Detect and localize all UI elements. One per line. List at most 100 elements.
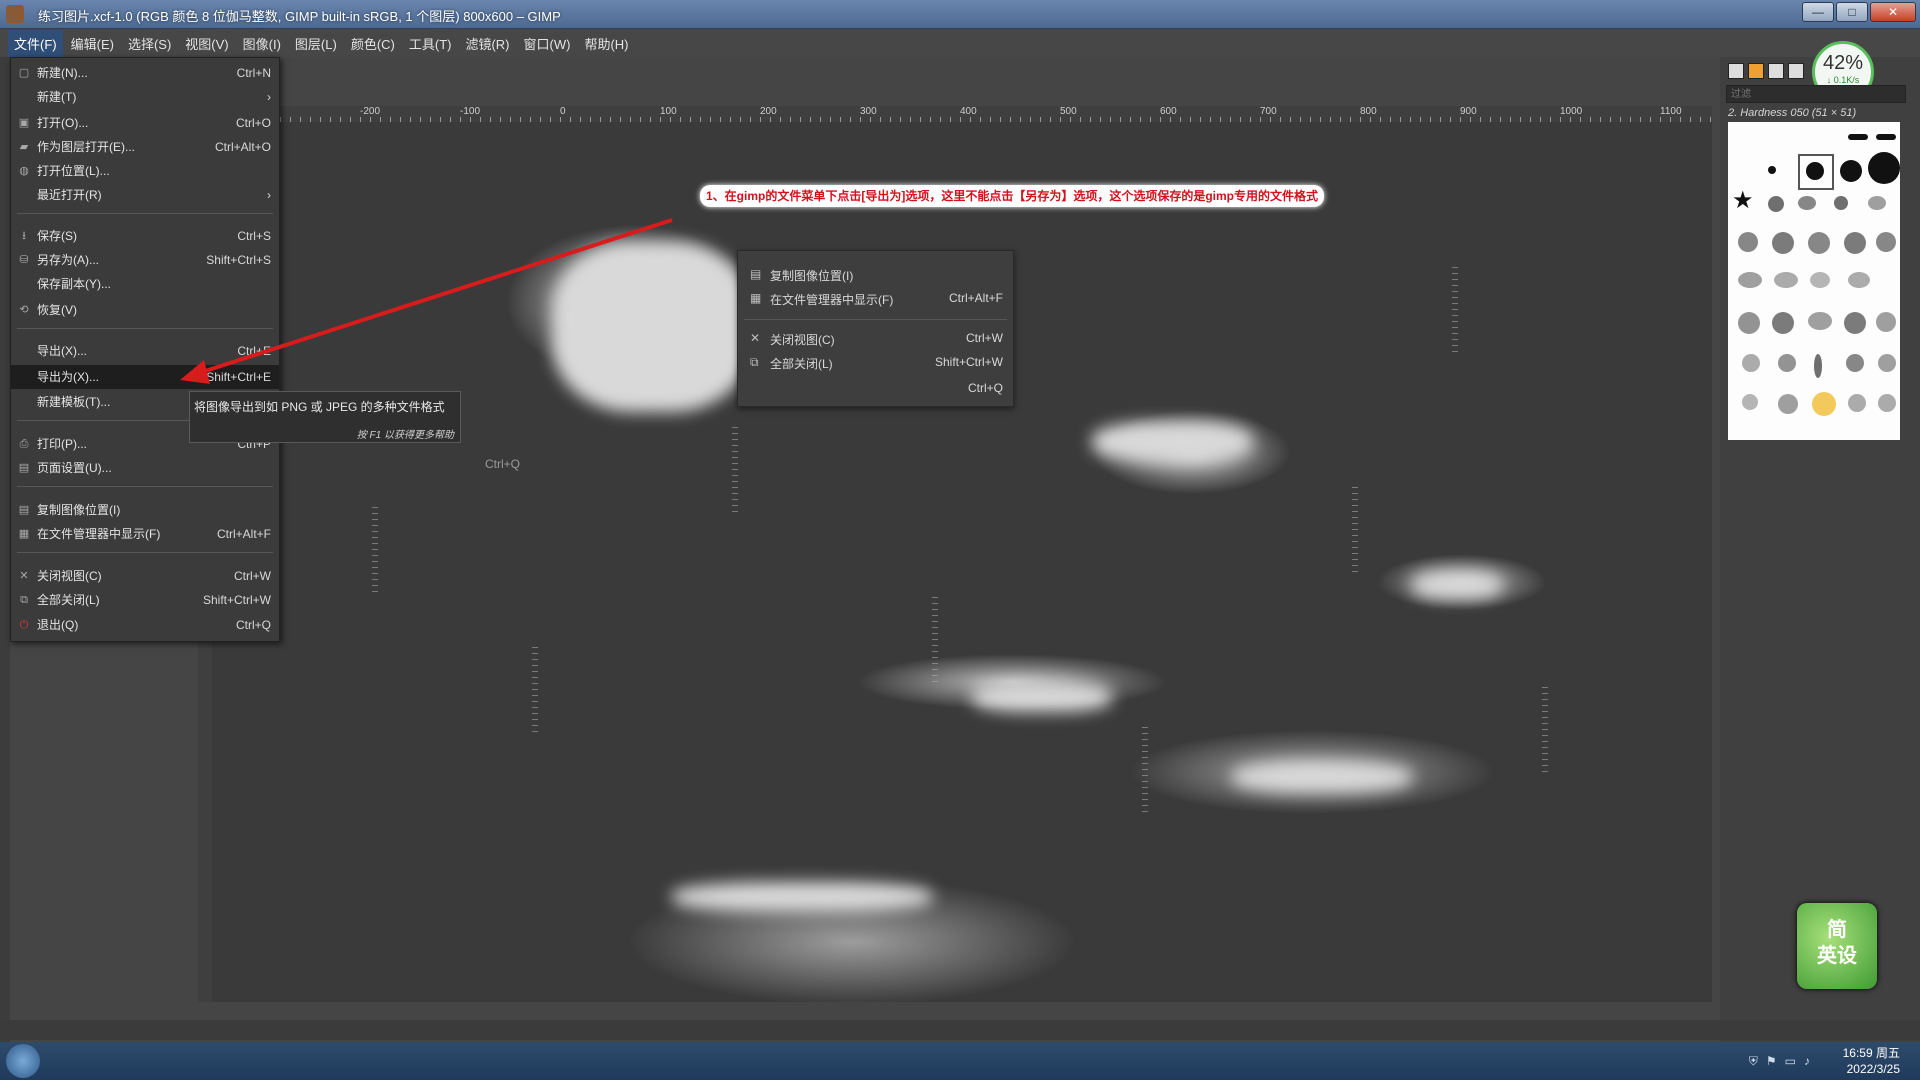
brush-item[interactable]: [1878, 354, 1896, 372]
brush-item[interactable]: [1738, 272, 1762, 288]
menu-edit[interactable]: 编辑(E): [65, 30, 120, 57]
brush-item[interactable]: [1876, 232, 1896, 252]
star-brush-icon[interactable]: ★: [1732, 186, 1754, 215]
ghost-menu-item[interactable]: 关闭视图(C): [770, 331, 835, 348]
menu-item-quit[interactable]: ⏻ 退出(Q) Ctrl+Q: [11, 613, 279, 637]
menu-tools[interactable]: 工具(T): [403, 30, 458, 57]
menu-image[interactable]: 图像(I): [237, 30, 287, 57]
brush-item[interactable]: [1778, 354, 1796, 372]
brush-item[interactable]: [1798, 196, 1816, 210]
shield-icon[interactable]: ⛨: [1749, 1054, 1758, 1069]
menu-item-shortcut: Ctrl+Alt+O: [214, 140, 271, 154]
menu-item-open-as-layers[interactable]: ▰ 作为图层打开(E)... Ctrl+Alt+O: [11, 135, 279, 159]
brush-grid[interactable]: ★: [1728, 122, 1900, 440]
brush-item[interactable]: [1848, 134, 1868, 140]
brush-item[interactable]: [1814, 354, 1822, 378]
brush-item[interactable]: [1846, 354, 1864, 372]
brush-item[interactable]: [1876, 312, 1896, 332]
document-tab-icon[interactable]: [1788, 63, 1804, 79]
brush-item[interactable]: [1834, 196, 1848, 210]
menu-item-open-location[interactable]: ◍ 打开位置(L)...: [11, 159, 279, 183]
brush-item[interactable]: [1844, 232, 1866, 254]
ghost-menu-item[interactable]: 全部关闭(L): [770, 355, 833, 372]
menu-file[interactable]: 文件(F): [8, 29, 63, 57]
menu-item-revert[interactable]: ⟲ 恢复(V): [11, 298, 279, 322]
canvas-blob: [552, 242, 752, 412]
brush-tab-icon[interactable]: [1728, 63, 1744, 79]
brush-item[interactable]: [1808, 232, 1830, 254]
close-window-button[interactable]: ✕: [1870, 2, 1916, 22]
start-button[interactable]: [6, 1044, 40, 1078]
brush-item[interactable]: [1848, 394, 1866, 412]
brush-item[interactable]: [1868, 196, 1886, 210]
gimp-app-icon: [6, 5, 24, 23]
menu-item-show-in-file-manager[interactable]: ▦ 在文件管理器中显示(F) Ctrl+Alt+F: [11, 522, 279, 546]
memory-percent: 42%: [1822, 52, 1864, 74]
menu-item-shortcut: Ctrl+Q: [235, 618, 271, 632]
ghost-menu-item[interactable]: 在文件管理器中显示(F): [770, 291, 893, 308]
brush-item[interactable]: [1878, 394, 1896, 412]
brush-item[interactable]: [1812, 392, 1836, 416]
brush-item[interactable]: [1840, 160, 1862, 182]
brush-item[interactable]: [1768, 166, 1776, 174]
ghost-menu-shortcut: Ctrl+Q: [967, 381, 1003, 395]
brush-item[interactable]: [1738, 232, 1758, 252]
pattern-tab-icon[interactable]: [1748, 63, 1764, 79]
canvas-blob: [672, 882, 932, 912]
brush-item[interactable]: [1742, 394, 1758, 410]
brush-item[interactable]: [1772, 312, 1794, 334]
menu-help[interactable]: 帮助(H): [578, 30, 634, 57]
menu-item-label: 导出为(X)...: [37, 370, 99, 384]
menu-layer[interactable]: 图层(L): [289, 30, 343, 57]
menu-item-save[interactable]: ⭳ 保存(S) Ctrl+S: [11, 224, 279, 248]
brush-item[interactable]: [1848, 272, 1870, 288]
brush-item[interactable]: [1738, 312, 1760, 334]
menu-item-label: 打印(P)...: [37, 437, 87, 451]
menu-view[interactable]: 视图(V): [179, 30, 234, 57]
brush-item[interactable]: [1774, 272, 1798, 288]
network-icon[interactable]: ▭: [1785, 1054, 1796, 1069]
revert-icon: ⟲: [19, 304, 29, 316]
brush-item[interactable]: [1810, 272, 1830, 288]
brush-item[interactable]: [1876, 134, 1896, 140]
brush-item[interactable]: [1772, 232, 1794, 254]
clock[interactable]: 16:59 周五 2022/3/25: [1843, 1045, 1900, 1077]
flag-icon[interactable]: ⚑: [1766, 1054, 1777, 1069]
canvas-blob: [972, 682, 1112, 712]
ghost-menu-item[interactable]: 复制图像位置(I): [770, 267, 853, 284]
menu-item-open[interactable]: ▣ 打开(O)... Ctrl+O: [11, 111, 279, 135]
brush-filter-input[interactable]: [1726, 85, 1906, 103]
menu-select[interactable]: 选择(S): [122, 30, 177, 57]
menu-item-close-view[interactable]: ✕ 关闭视图(C) Ctrl+W: [11, 564, 279, 588]
close-icon: ✕: [19, 570, 29, 582]
maximize-button[interactable]: □: [1836, 2, 1868, 22]
volume-icon[interactable]: ♪: [1804, 1054, 1810, 1069]
menu-item-save-as[interactable]: ⛁ 另存为(A)... Shift+Ctrl+S: [11, 248, 279, 272]
ruler-tick: 0: [560, 106, 566, 117]
menu-separator: [17, 552, 273, 553]
brush-item[interactable]: [1742, 354, 1760, 372]
menu-item-export-as[interactable]: 导出为(X)... Shift+Ctrl+E: [11, 365, 279, 389]
menu-item-open-recent[interactable]: 最近打开(R) ›: [11, 183, 279, 207]
menu-item-page-setup[interactable]: ▤ 页面设置(U)...: [11, 456, 279, 480]
font-tab-icon[interactable]: [1768, 63, 1784, 79]
menu-item-export[interactable]: 导出(X)... Ctrl+E: [11, 339, 279, 363]
menu-item-label: 打开(O)...: [37, 116, 89, 130]
menu-colors[interactable]: 颜色(C): [345, 30, 401, 57]
canvas-artifact: [1352, 482, 1358, 572]
brush-item[interactable]: [1806, 162, 1824, 180]
brush-item[interactable]: [1768, 196, 1784, 212]
menu-item-new[interactable]: ▢ 新建(N)... Ctrl+N: [11, 61, 279, 85]
menu-windows[interactable]: 窗口(W): [518, 30, 577, 57]
menu-item-close-all[interactable]: ⧉ 全部关闭(L) Shift+Ctrl+W: [11, 588, 279, 612]
menu-item-new-submenu[interactable]: 新建(T) ›: [11, 85, 279, 109]
brush-item[interactable]: [1808, 312, 1832, 330]
horizontal-ruler[interactable]: -200 -100 0 100 200 300 400 500 600 700 …: [280, 106, 1712, 123]
brush-item[interactable]: [1844, 312, 1866, 334]
menu-item-copy-location[interactable]: ▤ 复制图像位置(I): [11, 498, 279, 522]
brush-item[interactable]: [1868, 152, 1900, 184]
brush-item[interactable]: [1778, 394, 1798, 414]
menu-item-save-copy[interactable]: 保存副本(Y)...: [11, 272, 279, 296]
minimize-button[interactable]: —: [1802, 2, 1834, 22]
menu-filters[interactable]: 滤镜(R): [459, 30, 515, 57]
